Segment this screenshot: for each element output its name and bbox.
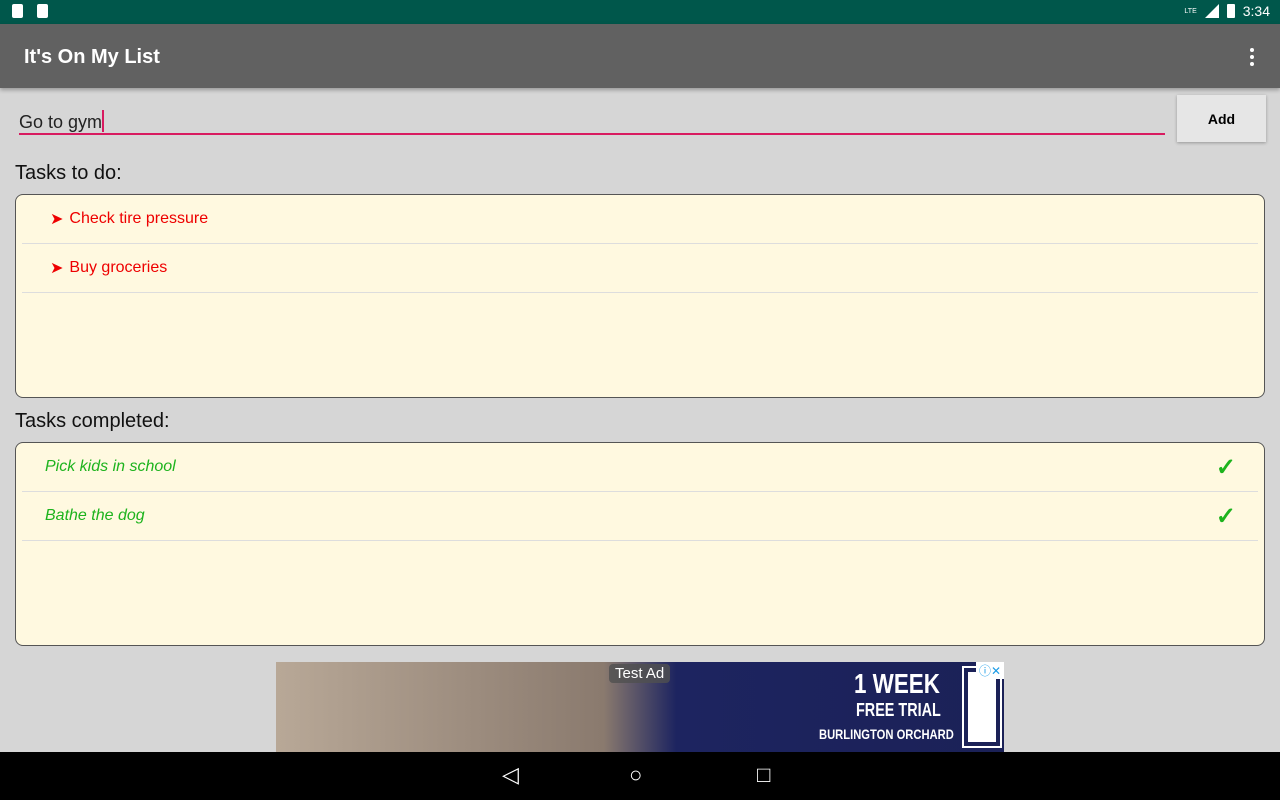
navigation-bar: ◁ ○ □ xyxy=(0,752,1280,800)
text-cursor xyxy=(102,110,105,132)
task-label: Pick kids in school xyxy=(45,458,176,475)
arrow-icon: ➤ xyxy=(50,211,64,228)
network-type: LTE xyxy=(1184,7,1197,15)
list-item[interactable]: Pick kids in school ✓ xyxy=(22,443,1258,492)
arrow-icon: ➤ xyxy=(50,260,64,277)
add-button[interactable]: Add xyxy=(1177,95,1266,142)
clock: 3:34 xyxy=(1242,3,1270,19)
ad-location: BURLINGTON ORCHARD xyxy=(819,726,954,742)
ad-logo xyxy=(962,666,1002,748)
ad-tag: Test Ad xyxy=(609,664,671,683)
sd-card-icon xyxy=(12,4,23,18)
todo-list[interactable]: ➤ Check tire pressure ➤ Buy groceries xyxy=(15,194,1265,398)
task-input-value: Go to gym xyxy=(19,112,103,132)
android-icon xyxy=(37,4,48,18)
list-item[interactable]: ➤ Buy groceries xyxy=(22,244,1258,293)
home-icon[interactable]: ○ xyxy=(629,762,642,788)
back-icon[interactable]: ◁ xyxy=(502,762,519,788)
task-input[interactable]: Go to gym xyxy=(19,104,1165,135)
ad-close-icon[interactable]: ⓘ✕ xyxy=(975,662,1004,679)
checkmark-icon: ✓ xyxy=(1215,453,1236,481)
ad-banner[interactable]: Test Ad 1 WEEK FREE TRIAL BURLINGTON ORC… xyxy=(276,662,1004,752)
battery-icon xyxy=(1226,4,1235,18)
status-bar: LTE 3:34 xyxy=(0,0,1280,24)
todo-heading: Tasks to do: xyxy=(15,162,122,184)
app-bar: It's On My List xyxy=(0,24,1280,88)
task-label: Bathe the dog xyxy=(45,507,145,524)
task-label: Check tire pressure xyxy=(69,210,209,227)
task-label: Buy groceries xyxy=(69,259,168,276)
app-title: It's On My List xyxy=(24,46,160,68)
checkmark-icon: ✓ xyxy=(1215,502,1236,530)
signal-icon xyxy=(1204,4,1219,18)
ad-subheadline: FREE TRIAL xyxy=(856,700,941,720)
completed-heading: Tasks completed: xyxy=(15,410,170,432)
completed-list[interactable]: Pick kids in school ✓ Bathe the dog ✓ xyxy=(15,442,1265,646)
overflow-menu-icon[interactable] xyxy=(1250,48,1254,66)
list-item[interactable]: ➤ Check tire pressure xyxy=(22,195,1258,244)
list-item[interactable]: Bathe the dog ✓ xyxy=(22,492,1258,541)
recents-icon[interactable]: □ xyxy=(757,762,770,788)
ad-headline: 1 WEEK xyxy=(854,668,940,699)
